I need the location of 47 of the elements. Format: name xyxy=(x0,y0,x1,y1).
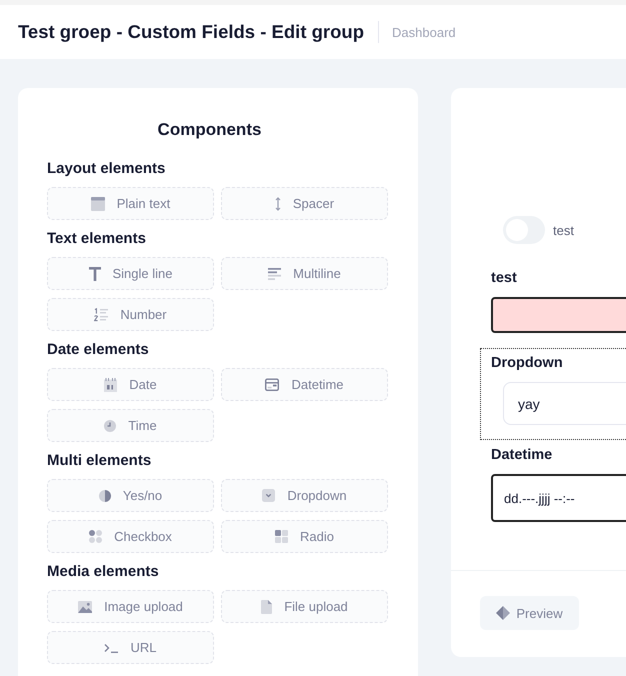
datetime-input-field[interactable]: dd.---.jjjj --:-- xyxy=(491,474,626,522)
component-button[interactable]: Plain text xyxy=(47,187,214,220)
selected-field-frame[interactable]: Dropdown yay xyxy=(480,348,626,440)
section-heading: Layout elements xyxy=(47,159,166,179)
dropdown-field[interactable]: yay xyxy=(503,382,626,425)
panel-icon xyxy=(90,196,105,210)
preview-button[interactable]: Preview xyxy=(480,596,579,630)
field-label: test xyxy=(491,269,518,288)
dots-grid-icon xyxy=(89,530,102,543)
component-button[interactable]: File upload xyxy=(221,590,388,623)
chevron-down-icon xyxy=(262,489,276,502)
section-heading: Multi elements xyxy=(47,451,152,471)
squares-grid-icon xyxy=(275,530,288,543)
numbered-list-icon xyxy=(94,308,108,322)
component-button[interactable]: Multiline xyxy=(221,257,388,290)
terminal-icon xyxy=(104,642,118,652)
file-icon xyxy=(261,600,272,614)
lines-icon xyxy=(268,268,282,280)
component-button[interactable]: Yes/no xyxy=(47,479,214,512)
section-heading: Text elements xyxy=(47,229,147,249)
vertical-arrows-icon xyxy=(274,196,281,210)
diamond-icon xyxy=(496,606,510,620)
component-button[interactable]: Date xyxy=(47,368,214,401)
panel-title: Components xyxy=(156,119,262,141)
breadcrumb-link[interactable]: Dashboard xyxy=(392,24,456,40)
component-button[interactable]: URL xyxy=(47,631,214,664)
component-button[interactable]: Spacer xyxy=(221,187,388,220)
field-label: Datetime xyxy=(491,446,554,465)
calendar-icon xyxy=(265,378,280,391)
half-circle-icon xyxy=(98,490,111,502)
field-label: Dropdown xyxy=(491,354,564,373)
text-icon xyxy=(88,266,100,280)
calendar-icon xyxy=(104,378,118,392)
component-button[interactable]: Image upload xyxy=(47,590,214,623)
component-button[interactable]: Radio xyxy=(221,520,388,553)
component-button[interactable]: Number xyxy=(47,298,214,331)
clock-icon xyxy=(104,420,116,432)
component-button[interactable]: Checkbox xyxy=(47,520,214,553)
page-title: Test groep - Custom Fields - Edit group xyxy=(18,21,364,43)
component-button[interactable]: Dropdown xyxy=(221,479,388,512)
component-button[interactable]: Time xyxy=(47,409,214,442)
section-heading: Media elements xyxy=(47,562,160,582)
toggle-label: test xyxy=(553,222,574,238)
component-button[interactable]: Datetime xyxy=(221,368,388,401)
image-icon xyxy=(78,600,92,612)
section-heading: Date elements xyxy=(47,340,150,360)
component-button[interactable]: Single line xyxy=(47,257,214,290)
